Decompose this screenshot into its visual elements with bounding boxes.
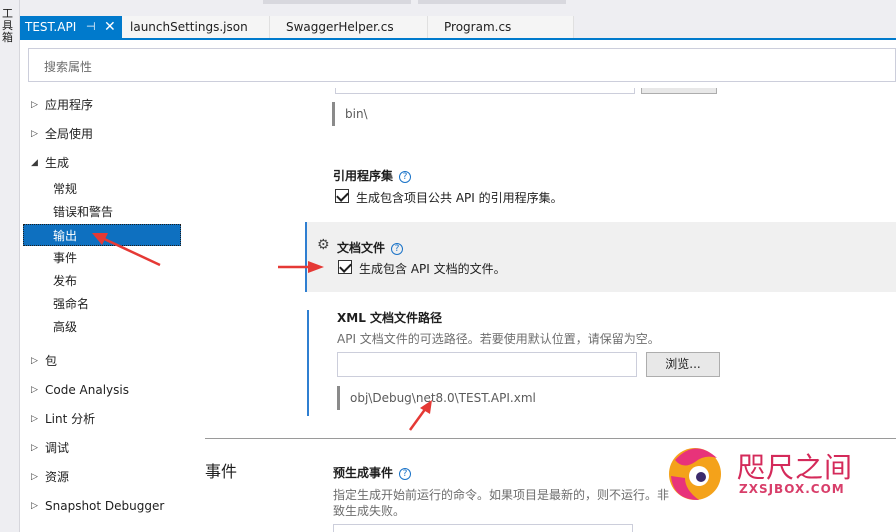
help-icon[interactable]: ?: [391, 243, 404, 255]
doc-file-title: 文档文件?: [337, 239, 404, 256]
nav-item-build[interactable]: ◢ 生成: [20, 152, 205, 174]
tab-label: SwaggerHelper.cs: [286, 20, 394, 34]
expand-icon[interactable]: ▷: [31, 123, 38, 145]
top-band: [20, 0, 896, 16]
section-divider: [205, 438, 896, 439]
browse-button[interactable]: 浏览...: [646, 352, 720, 377]
xml-path-resolved: obj\Debug\net8.0\TEST.API.xml: [337, 386, 536, 410]
expand-icon[interactable]: ▷: [31, 437, 38, 459]
nav-item-lint[interactable]: ▷ Lint 分析: [20, 408, 205, 430]
pre-build-description: 指定生成开始前运行的命令。如果项目是最新的，则不运行。非: [333, 488, 670, 502]
tab-launchsettings[interactable]: launchSettings.json: [122, 16, 270, 38]
ref-assembly-checkbox[interactable]: [335, 189, 349, 203]
watermark-logo-icon: [669, 448, 721, 500]
nav-item-snapshot-debugger[interactable]: ▷ Snapshot Debugger: [20, 495, 205, 517]
nav-item-errors-warnings[interactable]: 错误和警告: [20, 201, 205, 223]
toolbox-label[interactable]: 工具箱: [2, 8, 16, 44]
pre-build-description-2: 致生成失败。: [333, 504, 406, 518]
tab-label: TEST.API: [25, 20, 77, 34]
nav-item-debug[interactable]: ▷ 调试: [20, 437, 205, 459]
watermark: 咫尺之间 ZXSJBOX.COM: [665, 440, 865, 510]
tab-underline: [20, 38, 896, 40]
expand-icon[interactable]: ▷: [31, 379, 38, 401]
watermark-en: ZXSJBOX.COM: [739, 482, 845, 496]
nav-item-advanced[interactable]: 高级: [20, 316, 205, 338]
nav-item-general[interactable]: 常规: [20, 178, 205, 200]
expand-icon[interactable]: ▷: [31, 94, 38, 116]
watermark-cn: 咫尺之间: [737, 451, 854, 484]
tab-test-api[interactable]: TEST.API ⊣ ✕: [20, 16, 122, 38]
expand-icon[interactable]: ▷: [31, 408, 38, 430]
nav-item-publish[interactable]: 发布: [20, 270, 205, 292]
pre-build-title: 预生成事件?: [333, 464, 412, 481]
tab-swaggerhelper[interactable]: SwaggerHelper.cs: [270, 16, 428, 38]
doc-file-checkbox[interactable]: [338, 260, 352, 274]
xml-path-title: XML 文档文件路径: [337, 311, 443, 325]
nav-item-resources[interactable]: ▷ 资源: [20, 466, 205, 488]
ghost-tab: [263, 0, 411, 4]
expand-icon[interactable]: ▷: [31, 466, 38, 488]
nav-item-global-usings[interactable]: ▷ 全局使用: [20, 123, 205, 145]
output-path-input[interactable]: [335, 88, 635, 94]
annotation-arrow-output: [92, 233, 161, 267]
events-heading: 事件: [205, 462, 238, 481]
tab-label: Program.cs: [444, 20, 512, 34]
output-path-value: bin\: [332, 102, 368, 126]
search-input[interactable]: 搜索属性: [28, 48, 896, 82]
nav-item-package[interactable]: ▷ 包: [20, 350, 205, 372]
expand-icon[interactable]: ▷: [31, 495, 38, 517]
xml-path-description: API 文档文件的可选路径。若要使用默认位置，请保留为空。: [337, 332, 660, 346]
tab-label: launchSettings.json: [130, 20, 248, 34]
xml-path-section-marker: [307, 310, 309, 416]
pin-icon[interactable]: ⊣: [86, 16, 96, 38]
annotation-arrow-xml-path: [408, 400, 432, 431]
search-placeholder: 搜索属性: [44, 60, 93, 74]
doc-file-section: [305, 222, 896, 292]
output-path-browse-button[interactable]: [641, 88, 717, 94]
gear-icon[interactable]: ⚙: [317, 238, 331, 252]
ghost-tab: [418, 0, 566, 4]
tab-program[interactable]: Program.cs: [428, 16, 574, 38]
ref-assembly-title: 引用程序集?: [333, 167, 412, 184]
close-icon[interactable]: ✕: [104, 16, 116, 38]
nav-item-strong-naming[interactable]: 强命名: [20, 293, 205, 315]
pre-build-input[interactable]: [333, 524, 633, 532]
doc-file-label: 生成包含 API 文档的文件。: [359, 262, 506, 276]
nav-item-code-analysis[interactable]: ▷ Code Analysis: [20, 379, 205, 401]
xml-path-input[interactable]: [337, 352, 637, 377]
annotation-arrow-doc-file: [278, 261, 324, 273]
expand-icon[interactable]: ▷: [31, 350, 38, 372]
document-tabs: TEST.API ⊣ ✕ launchSettings.json Swagger…: [20, 16, 896, 38]
nav-item-application[interactable]: ▷ 应用程序: [20, 94, 205, 116]
help-icon[interactable]: ?: [399, 171, 412, 183]
toolbox-strip[interactable]: 工具箱: [0, 0, 20, 532]
ref-assembly-label: 生成包含项目公共 API 的引用程序集。: [356, 191, 563, 205]
help-icon[interactable]: ?: [399, 468, 412, 480]
collapse-icon[interactable]: ◢: [31, 152, 38, 174]
